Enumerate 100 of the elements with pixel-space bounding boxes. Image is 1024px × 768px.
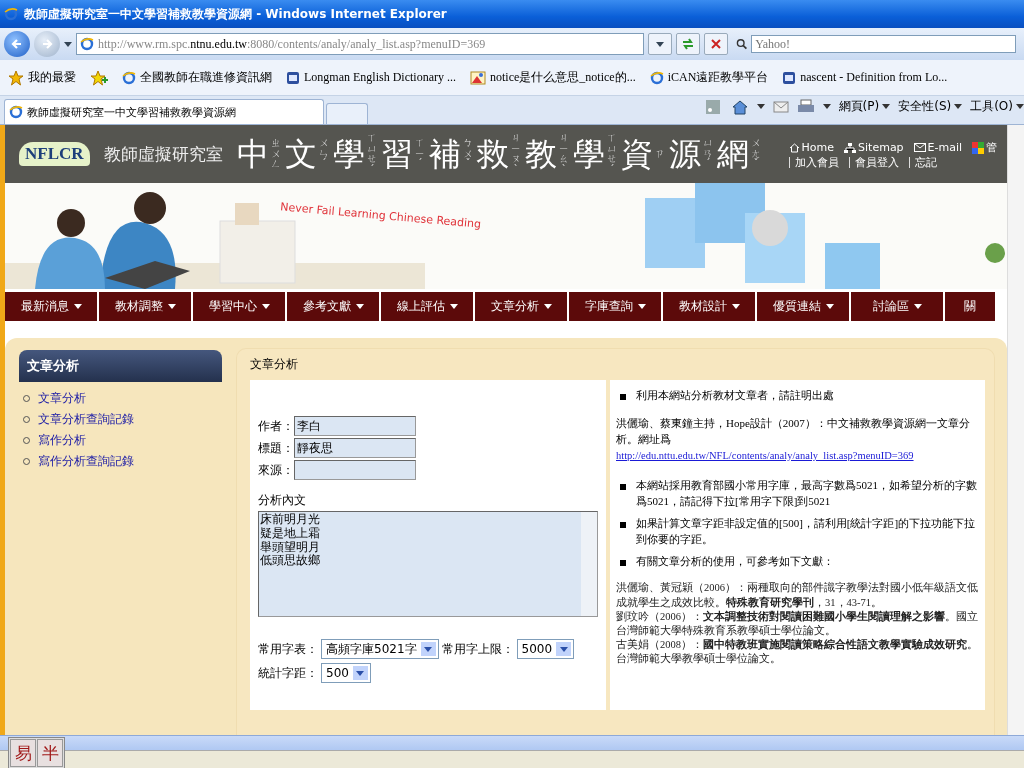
url-link[interactable]: http://edu.nttu.edu.tw/NFL/contents/analy/analy_list.asp?menuID=369 xyxy=(616,449,914,461)
nav-menu-item[interactable]: 教材設計 xyxy=(663,292,755,321)
browser-tab[interactable]: 教師虛擬研究室一中文學習補救教學資源網 xyxy=(4,99,324,124)
home-icon[interactable] xyxy=(730,98,749,115)
caret-icon xyxy=(559,646,568,652)
caret-icon xyxy=(954,104,963,109)
field-label: 常用字上限： xyxy=(441,640,514,658)
nav-menu-item[interactable]: 最新消息 xyxy=(5,292,97,321)
caret-icon xyxy=(449,304,458,309)
ie-icon xyxy=(4,7,18,21)
bullet-icon xyxy=(620,483,626,490)
nav-menu-item[interactable]: 文章分析 xyxy=(475,292,567,321)
note-text: 利用本網站分析教材文章者，請註明出處 xyxy=(636,388,834,403)
zhuyin-annotation: ㄩㄢˊ xyxy=(702,138,714,170)
text-area-field[interactable]: 床前明月光 疑是地上霜 舉頭望明月 低頭思故鄉 xyxy=(258,511,598,617)
ie-icon xyxy=(9,105,23,119)
caret-icon xyxy=(261,304,270,309)
nav-menu-item[interactable]: 線上評估 xyxy=(381,292,473,321)
panel-title: 文章分析 xyxy=(250,355,298,373)
caret-icon xyxy=(637,304,646,309)
nav-menu-item[interactable]: 優質連結 xyxy=(757,292,849,321)
forward-arrow-icon xyxy=(41,38,53,50)
member-link[interactable]: 加入會員 xyxy=(788,157,839,168)
bullet-icon xyxy=(620,559,626,566)
caret-icon xyxy=(543,304,552,309)
bullet-icon xyxy=(620,394,626,400)
caret-icon xyxy=(656,41,664,47)
note-text: 本網站採用教育部國小常用字庫，最高字數爲5021，如希望分析的字數爲5021，請記得下拉[常用字下限]到5021 xyxy=(636,477,978,509)
favorite-link[interactable]: 全國教師在職進修資訊網 xyxy=(122,69,272,86)
header-link[interactable]: Home xyxy=(788,141,835,154)
dropdown[interactable]: 高頻字庫5021字 xyxy=(321,639,439,659)
search-icon[interactable] xyxy=(736,38,748,50)
command-menu[interactable]: 工具(O) xyxy=(970,98,1024,115)
ime-key[interactable]: 易 xyxy=(10,739,36,767)
ime-key[interactable]: 半 xyxy=(37,739,63,767)
search-field[interactable]: Yahoo! xyxy=(751,35,1016,53)
dropdown[interactable]: 500 xyxy=(321,663,371,683)
command-menu[interactable]: 安全性(S) xyxy=(898,98,963,115)
title-character: 網 xyxy=(716,138,749,170)
sidebar-link[interactable]: 寫作分析 xyxy=(38,432,86,449)
sidebar-link[interactable]: 文章分析 xyxy=(38,390,86,407)
field-label: 統計字距： xyxy=(258,664,318,682)
header-link[interactable]: Sitemap xyxy=(844,141,904,154)
print-icon[interactable] xyxy=(796,98,815,115)
forward-button[interactable] xyxy=(34,31,60,57)
title-character: 習 xyxy=(380,138,413,170)
nav-menu-item[interactable]: 學習中心 xyxy=(193,292,285,321)
nav-menu-item[interactable]: 討論區 xyxy=(851,292,943,321)
reference-text: 洪儷瑜、黃冠穎（2006）：兩種取向的部件識字教學法對國小低年級語文低成就學生之成效比較。特殊教育研究學刊，31，43-71。 xyxy=(616,581,979,610)
book-icon xyxy=(286,70,300,85)
back-arrow-icon xyxy=(11,38,23,50)
title-character: 源 xyxy=(668,138,701,170)
add-favorite-icon[interactable] xyxy=(90,69,108,86)
field-label: 來源： xyxy=(258,461,294,479)
feeds-icon[interactable] xyxy=(704,98,723,115)
ie-icon xyxy=(122,70,136,85)
favorite-link[interactable]: nascent - Definition from Lo... xyxy=(782,70,948,85)
home-icon xyxy=(788,142,800,153)
input-field[interactable]: 靜夜思 xyxy=(294,438,416,458)
ie-icon xyxy=(649,70,664,85)
close-icon xyxy=(711,39,721,49)
caret-icon xyxy=(356,670,365,676)
member-link[interactable]: 會員登入 xyxy=(848,157,899,168)
address-field[interactable]: http://www.rm.spc.ntnu.edu.tw:8080/contents/analy/analy_list.asp?menuID=369 xyxy=(76,33,644,55)
favorite-link[interactable]: iCAN遠距教學平台 xyxy=(649,69,769,86)
image-icon xyxy=(470,70,486,85)
back-button[interactable] xyxy=(4,31,30,57)
title-character: 文 xyxy=(284,138,317,170)
caret-icon xyxy=(731,304,740,309)
dropdown[interactable]: 5000 xyxy=(516,639,575,659)
caret-icon xyxy=(882,104,891,109)
input-field[interactable]: 李白 xyxy=(294,416,416,436)
mail-icon[interactable] xyxy=(772,100,789,113)
nav-menu-item[interactable]: 字庫查詢 xyxy=(569,292,661,321)
site-subtitle: 教師虛擬研究室 xyxy=(103,142,223,166)
command-menu[interactable]: 網頁(P) xyxy=(838,98,891,115)
note-text: 有關文章分析的使用，可參考如下文獻： xyxy=(636,553,834,569)
dropdown-button[interactable] xyxy=(648,33,672,55)
nav-menu-item[interactable]: 參考文獻 xyxy=(287,292,379,321)
input-field[interactable] xyxy=(294,460,416,480)
sidebar-link[interactable]: 文章分析查詢記錄 xyxy=(38,411,134,428)
favorites-button[interactable]: 我的最愛 xyxy=(8,69,76,86)
sidebar-link[interactable]: 寫作分析查詢記錄 xyxy=(38,453,134,470)
zhuyin-annotation: ㄐㄧㄠˋ xyxy=(558,133,570,175)
favorite-link[interactable]: notice是什么意思_notice的... xyxy=(470,69,636,86)
title-character: 救 xyxy=(476,138,509,170)
nav-menu-item[interactable]: 教材調整 xyxy=(99,292,191,321)
sitemap-icon xyxy=(844,142,857,153)
reference-text: 劉玟吟（2006）：文本調整技術對閱讀困難國小學生閱讀理解之影響。國立台灣師範大學特殊教育系教學碩士學位論文。 xyxy=(616,609,979,638)
caret-icon xyxy=(756,104,765,109)
stop-button[interactable] xyxy=(704,33,728,55)
member-link[interactable]: 忘記 xyxy=(908,157,937,168)
nav-menu-item[interactable]: 關 xyxy=(945,292,995,321)
header-link[interactable]: E-mail xyxy=(913,141,963,154)
site-logo[interactable]: NFLCR xyxy=(19,142,90,166)
caret-icon xyxy=(167,304,176,309)
caret-icon xyxy=(355,304,364,309)
header-link[interactable]: 管 xyxy=(972,140,998,155)
new-tab-button[interactable] xyxy=(326,103,368,124)
favorite-link[interactable]: Longman English Dictionary ... xyxy=(286,70,456,85)
